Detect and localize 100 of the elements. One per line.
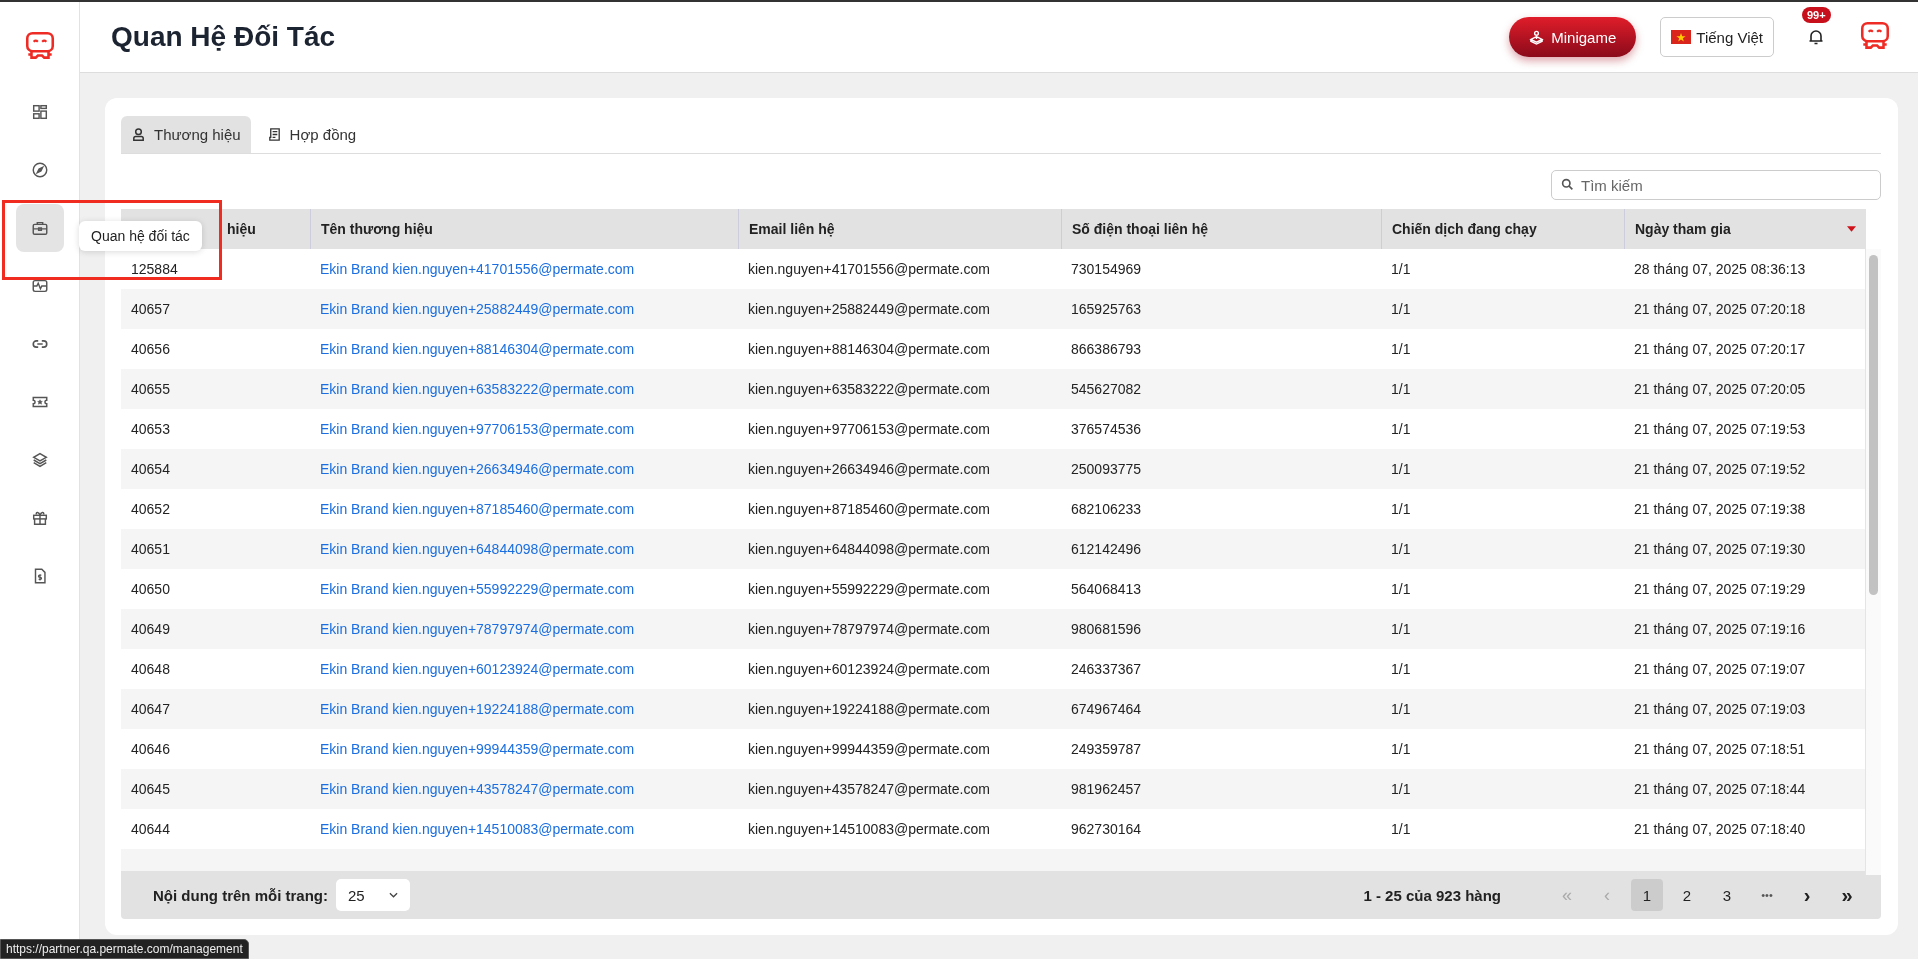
pulse-icon — [30, 277, 49, 295]
table-cell-text: 1/1 — [1390, 340, 1412, 359]
page-size-label: Nội dung trên mỗi trang: — [153, 886, 328, 904]
brand-link[interactable]: Ekin Brand kien.nguyen+99944359@permate.com — [310, 729, 738, 769]
next-page-button[interactable]: › — [1791, 879, 1823, 911]
dashboard-icon — [30, 103, 49, 121]
table-cell-text: 21 tháng 07, 2025 07:19:29 — [1633, 580, 1807, 599]
table-cell-text: kien.nguyen+87185460@permate.com — [747, 500, 991, 519]
brand-link[interactable]: Ekin Brand kien.nguyen+19224188@permate.com — [310, 689, 738, 729]
table-cell-text: 21 tháng 07, 2025 07:19:30 — [1633, 540, 1807, 559]
brand-link[interactable]: Ekin Brand kien.nguyen+43578247@permate.com — [310, 769, 738, 809]
table-cell-text: 1/1 — [1390, 620, 1412, 639]
table-cell-text: 1/1 — [1390, 820, 1412, 839]
table-cell-text: 21 tháng 07, 2025 07:20:18 — [1633, 300, 1807, 319]
table-cell-text: 1/1 — [1390, 780, 1412, 799]
table-cell-text: 246337367 — [1070, 660, 1143, 679]
table-cell-text: 21 tháng 07, 2025 07:18:51 — [1633, 740, 1807, 759]
brand-link[interactable]: Ekin Brand kien.nguyen+78797974@permate.com — [310, 609, 738, 649]
table-cell-text: kien.nguyen+88146304@permate.com — [747, 340, 991, 359]
table-cell-text: 1/1 — [1390, 500, 1412, 519]
brand-link[interactable]: Ekin Brand kien.nguyen+55992229@permate.com — [310, 569, 738, 609]
brand-link[interactable]: Ekin Brand kien.nguyen+64844098@permate.com — [310, 529, 738, 569]
brand-link[interactable]: Ekin Brand kien.nguyen+41701556@permate.com — [310, 249, 738, 289]
table-cell-text: 1/1 — [1390, 540, 1412, 559]
table-cell-text: 21 tháng 07, 2025 07:18:44 — [1633, 780, 1807, 799]
brand-link[interactable]: Ekin Brand kien.nguyen+97706153@permate.com — [310, 409, 738, 449]
table-cell-text: 1/1 — [1390, 380, 1412, 399]
joystick-icon — [1529, 29, 1545, 45]
table-cell-text: 40652 — [130, 500, 171, 519]
brand-link[interactable]: Ekin Brand kien.nguyen+26634946@permate.com — [310, 449, 738, 489]
tab[interactable]: Thương hiệu — [121, 116, 251, 153]
table-cell-text: 28 tháng 07, 2025 08:36:13 — [1633, 260, 1807, 279]
chevron-down-icon — [389, 892, 398, 898]
table-cell-text: 730154969 — [1070, 260, 1143, 279]
table-cell-text: 21 tháng 07, 2025 07:20:17 — [1633, 340, 1807, 359]
table-cell-text: 40645 — [130, 780, 171, 799]
table-cell-text: 40651 — [130, 540, 171, 559]
table-cell-text: 1/1 — [1390, 740, 1412, 759]
table-cell-text: 125884 — [130, 260, 179, 279]
table-cell-text: 21 tháng 07, 2025 07:18:40 — [1633, 820, 1807, 839]
table-cell-text: 21 tháng 07, 2025 07:19:03 — [1633, 700, 1807, 719]
table-cell-text: kien.nguyen+64844098@permate.com — [747, 540, 991, 559]
table-cell-text: 40644 — [130, 820, 171, 839]
tooltip: Quan hệ đối tác — [79, 221, 202, 251]
table-cell-text: 40657 — [130, 300, 171, 319]
table-cell-text: 21 tháng 07, 2025 07:19:38 — [1633, 500, 1807, 519]
table-cell-text: kien.nguyen+78797974@permate.com — [747, 620, 991, 639]
gift-icon — [30, 509, 49, 527]
brand-link[interactable]: Ekin Brand kien.nguyen+63583222@permate.com — [310, 369, 738, 409]
table-cell-text: kien.nguyen+14510083@permate.com — [747, 820, 991, 839]
compass-icon — [30, 161, 49, 179]
brand-link[interactable]: Ekin Brand kien.nguyen+87185460@permate.com — [310, 489, 738, 529]
table-cell-text: kien.nguyen+19224188@permate.com — [747, 700, 991, 719]
brand-link[interactable]: Ekin Brand kien.nguyen+60123924@permate.com — [310, 649, 738, 689]
table-cell-text: 250093775 — [1070, 460, 1143, 479]
minigame-button[interactable]: Minigame — [1509, 17, 1637, 57]
table-cell-text: 40648 — [130, 660, 171, 679]
page-title: Quan Hệ Đối Tác — [111, 21, 336, 53]
brand-link[interactable]: Ekin Brand kien.nguyen+88146304@permate.com — [310, 329, 738, 369]
scrollbar-thumb[interactable] — [1869, 255, 1878, 595]
table-cell-text: 40655 — [130, 380, 171, 399]
table-cell-text: kien.nguyen+60123924@permate.com — [747, 660, 991, 679]
tab[interactable]: Hợp đồng — [256, 116, 367, 153]
status-url: https://partner.qa.permate.com/management — [0, 939, 249, 959]
table-cell-text: kien.nguyen+55992229@permate.com — [747, 580, 991, 599]
page-button[interactable]: 3 — [1711, 879, 1743, 911]
table-cell-text: kien.nguyen+26634946@permate.com — [747, 460, 991, 479]
table-cell-text: 981962457 — [1070, 780, 1143, 799]
row-range-text: 1 - 25 của 923 hàng — [1363, 886, 1501, 904]
table-cell-text: 1/1 — [1390, 700, 1412, 719]
table-cell-text: 682106233 — [1070, 500, 1143, 519]
table-cell-text: kien.nguyen+25882449@permate.com — [747, 300, 991, 319]
sidebar-item[interactable] — [15, 204, 64, 252]
search-field[interactable]: Tìm kiếm — [1551, 170, 1881, 200]
table-cell-text: 1/1 — [1390, 580, 1412, 599]
last-page-button[interactable]: » — [1831, 879, 1863, 911]
table-cell-text: 21 tháng 07, 2025 07:19:07 — [1633, 660, 1807, 679]
page-size-select[interactable]: 25 — [336, 879, 410, 911]
table-cell-text: 21 tháng 07, 2025 07:19:16 — [1633, 620, 1807, 639]
table-cell-text: 40649 — [130, 620, 171, 639]
brand-link[interactable]: Ekin Brand kien.nguyen+25882449@permate.com — [310, 289, 738, 329]
page-button[interactable]: 2 — [1671, 879, 1703, 911]
table-cell-text: 1/1 — [1390, 260, 1412, 279]
table-cell-text: 249359787 — [1070, 740, 1143, 759]
page-button[interactable]: 1 — [1631, 879, 1663, 911]
table-cell-text: 1/1 — [1390, 420, 1412, 439]
language-selector[interactable]: Tiếng Việt — [1660, 17, 1774, 57]
table-cell-text: 21 tháng 07, 2025 07:19:53 — [1633, 420, 1807, 439]
table-cell-text: 1/1 — [1390, 460, 1412, 479]
table-cell-text: 21 tháng 07, 2025 07:19:52 — [1633, 460, 1807, 479]
table-cell-text: 21 tháng 07, 2025 07:20:05 — [1633, 380, 1807, 399]
table-cell-text: 40646 — [130, 740, 171, 759]
table-cell-text: 866386793 — [1070, 340, 1143, 359]
table-cell-text: 40647 — [130, 700, 171, 719]
table-cell-text: kien.nguyen+97706153@permate.com — [747, 420, 991, 439]
table-cell-text: kien.nguyen+63583222@permate.com — [747, 380, 991, 399]
more-pages-button[interactable]: ••• — [1751, 879, 1783, 911]
table-cell-text: 1/1 — [1390, 300, 1412, 319]
brand-link[interactable]: Ekin Brand kien.nguyen+14510083@permate.com — [310, 809, 738, 849]
document-icon — [266, 127, 282, 142]
